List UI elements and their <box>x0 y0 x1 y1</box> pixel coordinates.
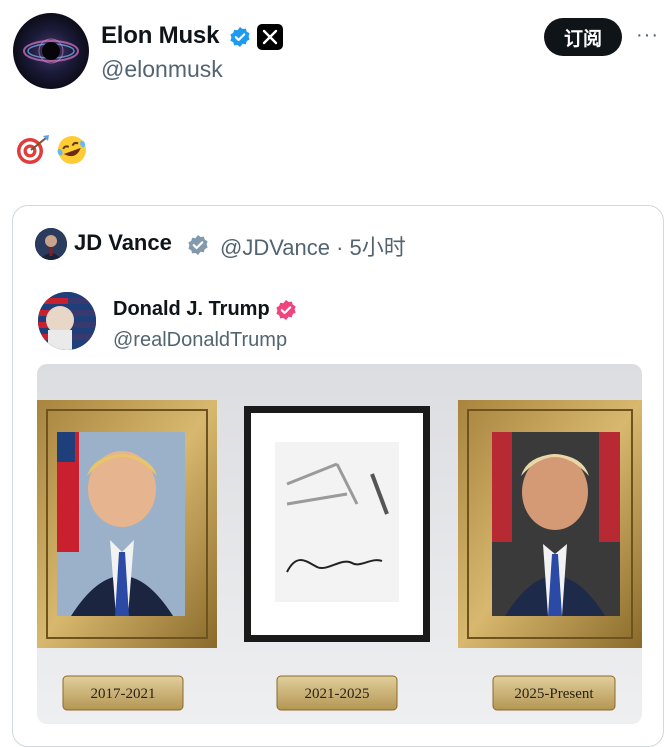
author-avatar-art <box>23 38 79 64</box>
quoted-post-card[interactable]: JD Vance @JDVance · 5小时 Donald J. Trump … <box>12 205 664 747</box>
author-name[interactable]: Elon Musk <box>101 22 219 50</box>
plaque-1-label: 2017-2021 <box>91 686 156 702</box>
author-handle[interactable]: @elonmusk <box>101 56 223 83</box>
pink-verified-badge-icon <box>276 300 296 320</box>
plaque-3: 2025-Present <box>492 675 616 711</box>
portraits-image[interactable]: 2017-2021 2021-2025 2025-Present <box>37 364 642 724</box>
subscribe-button[interactable]: 订阅 <box>544 18 622 56</box>
inner-author-name: Donald J. Trump <box>113 298 270 320</box>
plaque-2: 2021-2025 <box>276 675 398 711</box>
inner-author-handle: @realDonaldTrump <box>113 329 288 351</box>
inner-author-avatar <box>38 292 96 350</box>
rolling-laughing-emoji-icon <box>57 136 86 164</box>
plaque-1: 2017-2021 <box>62 675 184 711</box>
middle-portrait-frame <box>244 406 430 642</box>
quoted-author-name[interactable]: JD Vance <box>74 230 172 256</box>
direct-hit-emoji-icon <box>17 135 49 164</box>
quoted-author-handle-time[interactable]: @JDVance · 5小时 <box>220 230 406 262</box>
plaque-3-label: 2025-Present <box>514 686 594 702</box>
post-text <box>14 132 94 166</box>
author-avatar[interactable] <box>13 13 89 89</box>
right-portrait-frame <box>458 400 642 648</box>
x-affiliation-icon <box>257 24 283 50</box>
left-portrait-frame <box>37 400 217 648</box>
gray-verified-badge-icon <box>188 235 208 255</box>
portraits-illustration: 2017-2021 2021-2025 2025-Present <box>37 364 642 724</box>
quoted-author-avatar[interactable] <box>35 228 67 260</box>
more-options-icon[interactable]: ··· <box>636 24 659 47</box>
verified-badge-icon <box>230 27 250 47</box>
plaque-2-label: 2021-2025 <box>305 686 370 702</box>
